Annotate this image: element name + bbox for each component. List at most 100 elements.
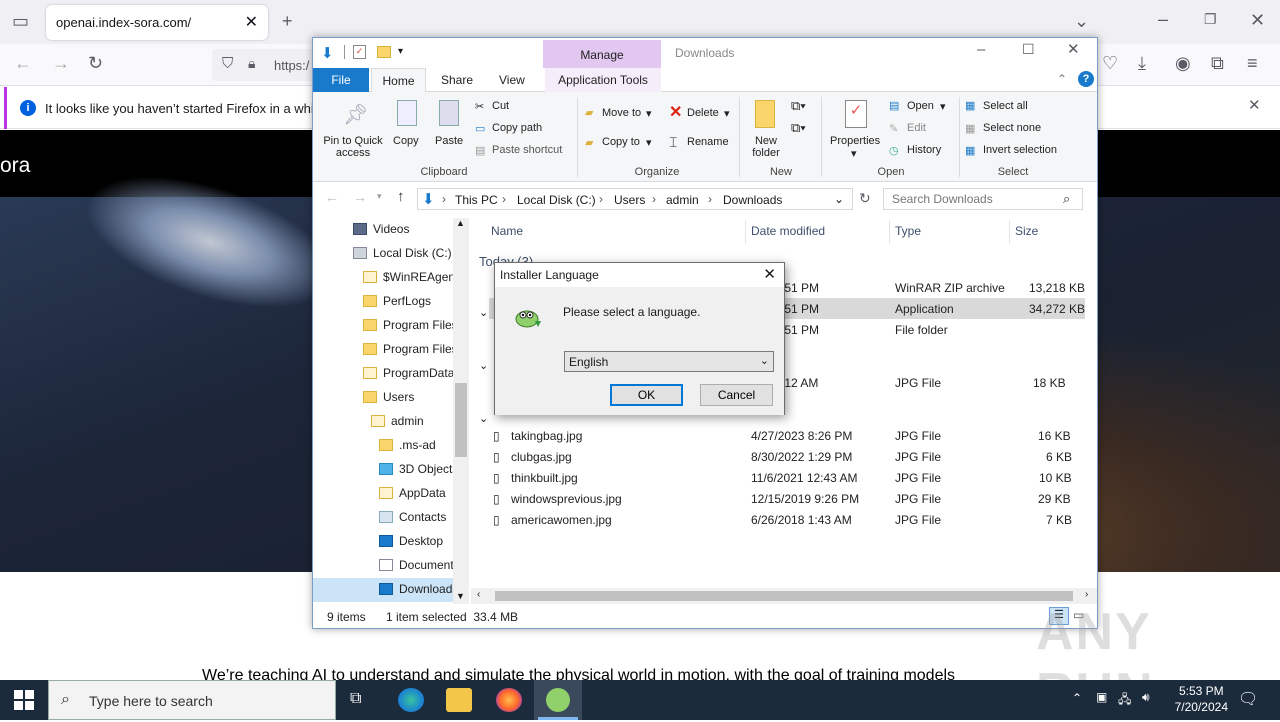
clock[interactable]: 5:53 PM 7/20/2024 — [1175, 683, 1228, 715]
nav-3d-objects[interactable]: 3D Objects — [379, 458, 455, 482]
search-input[interactable]: Search Downloads — [883, 188, 1083, 210]
file-row[interactable]: ▯ clubgas.jpg 8/30/2022 1:29 PM JPG File 6 K… — [489, 446, 1085, 467]
column-date[interactable]: Date modified — [751, 224, 825, 238]
tray-chevron-icon[interactable]: ⌃ — [1072, 691, 1082, 705]
nav-perflogs[interactable]: PerfLogs — [363, 290, 455, 314]
task-view-icon[interactable]: ⧉ — [350, 690, 361, 708]
properties-button[interactable]: Properties — [830, 135, 880, 147]
quick-access-download-icon[interactable]: ⬇ — [321, 44, 334, 62]
scroll-down-icon[interactable]: ▼ — [456, 591, 465, 601]
horizontal-scroll-thumb[interactable] — [495, 591, 1073, 601]
nav-appdata[interactable]: AppData — [379, 482, 455, 506]
file-explorer-icon[interactable] — [446, 688, 472, 712]
tab-list-icon[interactable]: ▭ — [12, 12, 29, 30]
tab-share[interactable]: Share — [431, 68, 483, 92]
move-to-button[interactable]: Move to — [602, 107, 641, 119]
nav-admin[interactable]: admin — [371, 410, 455, 434]
close-tab-icon[interactable]: ✕ — [245, 12, 258, 32]
nav-users[interactable]: Users — [363, 386, 455, 410]
file-row[interactable]: ▯ takingbag.jpg 4/27/2023 8:26 PM JPG File 1… — [489, 425, 1085, 446]
explorer-close-icon[interactable]: ✕ — [1067, 42, 1080, 57]
new-folder-button[interactable]: New folder — [749, 135, 783, 159]
ok-button[interactable]: OK — [610, 384, 683, 406]
volume-icon[interactable]: 🔊︎ — [1142, 690, 1150, 705]
firefox-icon[interactable] — [496, 688, 522, 712]
nav-program-files-x86[interactable]: Program Files — [363, 338, 455, 362]
tab-application-tools[interactable]: Application Tools — [545, 68, 661, 92]
menu-icon[interactable]: ≡ — [1247, 54, 1258, 72]
scroll-left-icon[interactable]: ‹ — [477, 589, 480, 600]
breadcrumb-downloads[interactable]: Downloads — [723, 193, 782, 207]
easy-access-icon[interactable]: ⧉▾ — [791, 120, 806, 136]
browser-tab[interactable]: openai.index-sora.com/ ✕ — [46, 5, 268, 40]
edge-icon[interactable] — [398, 688, 424, 712]
nav-program-files[interactable]: Program Files — [363, 314, 455, 338]
url-bar[interactable]: ⛉ 🔒︎ https:/ — [212, 49, 322, 81]
tray-device-icon[interactable]: ▣ — [1096, 690, 1107, 704]
windows-start-icon[interactable] — [14, 690, 34, 710]
copy-path-button[interactable]: Copy path — [492, 122, 542, 134]
help-icon[interactable]: ? — [1078, 71, 1094, 87]
taskbar-search[interactable]: ⌕ Type here to search — [48, 680, 336, 720]
explorer-maximize-icon[interactable]: ☐ — [1022, 42, 1035, 56]
nav-desktop[interactable]: Desktop — [379, 530, 455, 554]
tab-home[interactable]: Home — [371, 68, 426, 92]
cancel-button[interactable]: Cancel — [700, 384, 773, 406]
new-folder-quick-icon[interactable] — [377, 46, 391, 58]
refresh-icon[interactable]: ↻ — [859, 191, 871, 205]
nav-contacts[interactable]: Contacts — [379, 506, 455, 530]
open-button[interactable]: Open — [907, 100, 934, 112]
nav-winreagent[interactable]: $WinREAgent — [363, 266, 455, 290]
pin-button[interactable]: Pin to Quick access — [319, 135, 387, 159]
select-all-button[interactable]: Select all — [983, 100, 1028, 112]
group-collapse-icon[interactable]: ⌄ — [479, 306, 488, 319]
close-window-icon[interactable]: ✕ — [1250, 11, 1265, 29]
breadcrumb-local-disk[interactable]: Local Disk (C:) — [517, 193, 596, 207]
manage-tab[interactable]: Manage — [543, 40, 661, 68]
language-select[interactable]: English ⌄ — [564, 351, 774, 372]
chevron-down-icon[interactable]: ⌄ — [1074, 12, 1089, 30]
scroll-right-icon[interactable]: › — [1085, 589, 1088, 600]
breadcrumb-this-pc[interactable]: This PC — [455, 193, 498, 207]
column-name[interactable]: Name — [491, 224, 523, 238]
copy-to-button[interactable]: Copy to — [602, 136, 640, 148]
extensions-icon[interactable]: ⧉ — [1211, 54, 1224, 72]
address-dropdown-icon[interactable]: ⌄ — [834, 192, 844, 206]
collapse-ribbon-icon[interactable]: ⌃ — [1057, 72, 1067, 86]
file-row[interactable]: ▯ windowsprevious.jpg 12/15/2019 9:26 PM JP… — [489, 488, 1085, 509]
new-item-icon[interactable]: ⧉▾ — [791, 98, 806, 114]
forward-icon[interactable]: → — [52, 54, 70, 72]
customize-toolbar-icon[interactable]: ▾ — [398, 46, 403, 57]
installer-taskbar-button[interactable] — [534, 680, 582, 720]
breadcrumb-users[interactable]: Users — [614, 193, 645, 207]
paste-shortcut-button[interactable]: Paste shortcut — [492, 144, 562, 156]
notification-center-icon[interactable]: 🗨︎ — [1238, 689, 1258, 709]
invert-selection-button[interactable]: Invert selection — [983, 144, 1057, 156]
cut-button[interactable]: Cut — [492, 100, 509, 112]
history-button[interactable]: History — [907, 144, 941, 156]
file-row[interactable]: ▯ americawomen.jpg 6/26/2018 1:43 AM JPG Fi… — [489, 509, 1085, 530]
up-icon[interactable]: ↑ — [397, 189, 405, 204]
nav-ms-ad[interactable]: .ms-ad — [379, 434, 455, 458]
download-icon[interactable]: ⤓ — [1138, 54, 1146, 72]
network-icon[interactable]: 🖧︎ — [1118, 690, 1131, 711]
nav-downloads[interactable]: Downloads — [313, 578, 455, 602]
address-bar[interactable]: ⬇ › This PC › Local Disk (C:) › Users › … — [417, 188, 853, 210]
column-type[interactable]: Type — [895, 224, 921, 238]
rename-button[interactable]: Rename — [687, 136, 729, 148]
copy-button[interactable]: Copy — [393, 135, 419, 147]
breadcrumb-admin[interactable]: admin — [666, 193, 699, 207]
nav-scroll-thumb[interactable] — [455, 383, 467, 457]
recent-chevron-icon[interactable]: ▾ — [377, 192, 382, 201]
reload-icon[interactable]: ↻ — [88, 54, 103, 72]
dialog-close-icon[interactable]: ✕ — [763, 265, 776, 283]
nav-documents[interactable]: Documents — [379, 554, 455, 578]
properties-quick-icon[interactable]: ✓ — [353, 45, 366, 59]
back-icon[interactable]: ← — [14, 54, 32, 72]
pocket-icon[interactable]: ♡ — [1102, 54, 1118, 72]
tab-view[interactable]: View — [489, 68, 535, 92]
new-tab-icon[interactable]: + — [282, 12, 293, 30]
close-notice-icon[interactable]: ✕ — [1248, 98, 1261, 113]
account-icon[interactable]: ◉ — [1175, 54, 1191, 72]
file-row[interactable]: ▯ thinkbuilt.jpg 11/6/2021 12:43 AM JPG Fil… — [489, 467, 1085, 488]
